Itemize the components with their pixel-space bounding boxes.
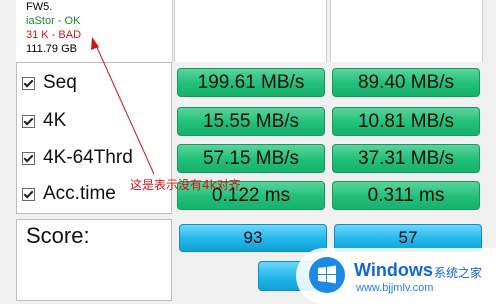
- 4k-64thrd-label: 4K-64Thrd: [43, 147, 133, 168]
- seq-write-result: 89.40 MB/s: [332, 68, 480, 97]
- acc-time-checkbox[interactable]: [22, 187, 35, 201]
- watermark-subtitle: 系统之家: [434, 266, 483, 280]
- 4k-read-result: 15.55 MB/s: [177, 107, 325, 136]
- row-seq: Seq: [18, 67, 170, 99]
- watermark-url: www.bjjmlv.com: [356, 282, 434, 294]
- watermark: Windows 系统之家 www.bjjmlv.com: [296, 248, 496, 304]
- annotation-text: 这是表示没有4k对齐: [130, 178, 241, 192]
- driver-status: iaStor - OK: [26, 15, 81, 27]
- drive-capacity: 111.79 GB: [26, 43, 77, 55]
- acc-time-write-result: 0.311 ms: [332, 181, 480, 210]
- 4k-64thrd-checkbox[interactable]: [22, 151, 35, 165]
- 4k-label: 4K: [43, 110, 67, 131]
- watermark-brand: Windows: [354, 260, 433, 280]
- acc-time-label: Acc.time: [43, 183, 116, 204]
- seq-label: Seq: [43, 72, 77, 93]
- 4k-64thrd-read-result: 57.15 MB/s: [177, 144, 325, 173]
- seq-checkbox[interactable]: [22, 76, 35, 90]
- 4k-write-result: 10.81 MB/s: [332, 107, 480, 136]
- drive-info-panel: FW5. iaStor - OK 31 K - BAD 111.79 GB: [16, 0, 173, 62]
- 4k-64thrd-write-result: 37.31 MB/s: [332, 144, 480, 173]
- seq-read-result: 199.61 MB/s: [177, 68, 325, 97]
- firmware-line: FW5.: [26, 1, 53, 13]
- score-label: Score:: [26, 223, 90, 248]
- read-column-header: [174, 0, 327, 62]
- alignment-status: 31 K - BAD: [26, 29, 82, 41]
- row-4k: 4K: [18, 105, 170, 137]
- windows-logo-icon: [309, 257, 345, 293]
- read-score: 93: [179, 224, 327, 252]
- write-column-header: [330, 0, 483, 62]
- row-4k-64thrd: 4K-64Thrd: [18, 142, 170, 174]
- 4k-checkbox[interactable]: [22, 114, 35, 128]
- benchmark-window: FW5. iaStor - OK 31 K - BAD 111.79 GB Se…: [0, 0, 496, 304]
